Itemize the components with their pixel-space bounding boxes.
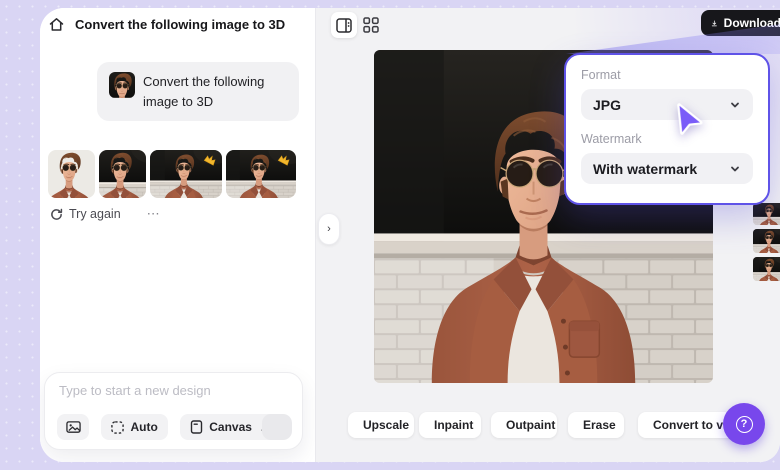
message-attachment-thumbnail[interactable] (109, 72, 135, 98)
message-text: Convert the following image to 3D (143, 74, 265, 109)
refresh-icon[interactable] (50, 208, 63, 221)
canvas-panel: Download › Format JPG Watermark With wat… (315, 8, 780, 462)
send-button[interactable] (262, 414, 292, 440)
result-thumbnail-2[interactable] (99, 150, 146, 198)
erase-label: Erase (583, 418, 616, 432)
retry-row: Try again ⋯ (50, 206, 161, 222)
outpaint-label: Outpaint (506, 418, 556, 432)
chevron-right-icon: › (327, 223, 331, 235)
home-icon[interactable] (48, 16, 65, 33)
app-window: Convert the following image to 3D Conver… (40, 8, 780, 462)
download-options-popup: Format JPG Watermark With watermark (564, 53, 770, 205)
inpaint-label: Inpaint (434, 418, 474, 432)
dashed-box-icon (111, 420, 125, 434)
prompt-input[interactable] (59, 383, 284, 398)
grid-view-icon (363, 17, 379, 33)
user-message: Convert the following image to 3D (97, 62, 299, 121)
add-image-button[interactable] (57, 414, 89, 440)
result-thumbnail-1[interactable] (48, 150, 95, 198)
outpaint-button[interactable]: Outpaint (491, 412, 557, 438)
chat-panel: Convert the following image to 3D Conver… (40, 8, 315, 462)
variant-thumbnail-1[interactable] (753, 203, 780, 225)
upscale-label: Upscale (363, 418, 410, 432)
result-thumbnail-4[interactable] (226, 150, 296, 198)
variant-thumbnail-3[interactable] (753, 257, 780, 281)
watermark-select[interactable]: With watermark (581, 153, 753, 184)
question-icon: ? (735, 415, 753, 433)
upscale-button[interactable]: Upscale (348, 412, 414, 438)
page-title: Convert the following image to 3D (75, 17, 286, 32)
inpaint-button[interactable]: Inpaint (419, 412, 481, 438)
auto-mode-button[interactable]: Auto (101, 414, 168, 440)
watermark-value: With watermark (593, 160, 698, 177)
chat-header: Convert the following image to 3D (48, 16, 285, 33)
format-value: JPG (593, 96, 622, 113)
prompt-composer: Auto Canvas ↗ (44, 372, 303, 450)
canvas-icon (191, 420, 203, 434)
try-again-button[interactable]: Try again (69, 207, 121, 221)
variant-thumbnail-2[interactable] (753, 229, 780, 253)
image-icon (65, 421, 81, 433)
grid-view-button[interactable] (362, 16, 380, 34)
watermark-label: Watermark (581, 132, 642, 146)
chevron-down-icon (731, 102, 739, 107)
format-select[interactable]: JPG (581, 89, 753, 120)
auto-label: Auto (130, 420, 158, 434)
more-options-button[interactable]: ⋯ (147, 206, 161, 222)
erase-button[interactable]: Erase (568, 412, 624, 438)
result-thumbnail-3[interactable] (150, 150, 222, 198)
help-button[interactable]: ? (723, 403, 765, 445)
chevron-down-icon (731, 166, 739, 171)
canvas-label: Canvas (209, 420, 252, 434)
collapse-panel-handle[interactable]: › (318, 213, 340, 245)
composer-toolbar: Auto Canvas ↗ (57, 414, 292, 440)
format-label: Format (581, 68, 621, 82)
single-view-button[interactable] (331, 12, 357, 38)
panel-view-icon (336, 17, 352, 33)
download-icon (711, 20, 717, 26)
result-thumbnails (40, 150, 315, 198)
